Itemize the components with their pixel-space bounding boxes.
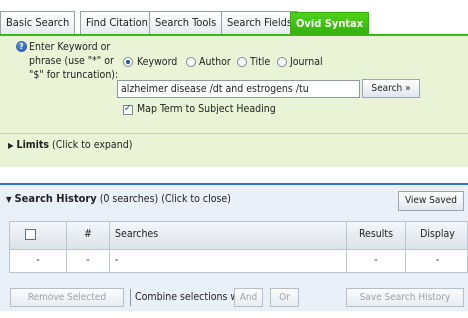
save-search-history-button[interactable]: Save Search History [346, 288, 464, 307]
search-input[interactable] [117, 80, 360, 98]
tab-basic-search[interactable]: Basic Search [0, 11, 76, 34]
journal-radio[interactable] [277, 57, 287, 67]
searches-column-header: Searches [110, 222, 347, 249]
row-searches-cell: - [110, 250, 347, 272]
search-history-table: # Searches Results Display - - - - - [9, 221, 468, 273]
tab-search-tools[interactable]: Search Tools [149, 11, 223, 34]
tab-find-citation[interactable]: Find Citation [80, 11, 154, 34]
collapse-arrow-icon: ▼ [6, 195, 12, 204]
row-number-cell: - [67, 250, 110, 272]
display-column-header: Display [420, 228, 455, 240]
tab-ovid-syntax[interactable]: Ovid Syntax [290, 12, 370, 34]
journal-radio-label: Journal [290, 56, 323, 68]
search-history-toggle[interactable]: ▼ Search History (0 searches) (Click to … [6, 192, 231, 205]
results-column-header: Results [347, 222, 406, 249]
search-prompt: Enter Keyword or phrase (use "*" or "$" … [29, 41, 119, 81]
title-radio[interactable] [237, 57, 247, 67]
select-all-checkbox[interactable] [25, 229, 36, 240]
author-radio[interactable] [186, 57, 196, 67]
table-row: - - - - - [9, 250, 468, 273]
limits-hint: (Click to expand) [52, 139, 133, 151]
view-saved-button[interactable]: View Saved [398, 191, 464, 211]
panel-divider [0, 133, 468, 134]
row-results-cell: - [347, 250, 406, 272]
remove-selected-button[interactable]: Remove Selected [10, 288, 124, 307]
keyword-radio[interactable] [123, 57, 133, 67]
keyword-radio-label: Keyword [137, 56, 178, 68]
search-history-title: Search History [14, 192, 97, 205]
table-header-row: # Searches Results Display [9, 221, 468, 250]
help-icon[interactable]: ? [16, 41, 27, 52]
footer-separator [130, 289, 131, 306]
map-term-label: Map Term to Subject Heading [137, 103, 276, 115]
title-radio-label: Title [250, 56, 271, 68]
select-all-cell [10, 222, 67, 249]
row-select-cell: - [10, 250, 67, 272]
combine-or-button[interactable]: Or [270, 288, 299, 307]
limits-title: Limits [16, 139, 50, 151]
map-term-checkbox[interactable] [123, 103, 133, 115]
search-button[interactable]: Search » [362, 79, 420, 98]
combine-and-button[interactable]: And [234, 288, 263, 307]
number-column-header: # [67, 222, 110, 249]
tab-search-fields[interactable]: Search Fields [221, 11, 299, 34]
row-display-cell: - [435, 254, 440, 266]
search-count: (0 searches) [99, 193, 159, 205]
limits-toggle[interactable]: ▶ Limits (Click to expand) [8, 139, 132, 151]
expand-arrow-icon: ▶ [8, 141, 14, 150]
author-radio-label: Author [199, 56, 231, 68]
history-toggle-hint: (Click to close) [161, 193, 231, 205]
